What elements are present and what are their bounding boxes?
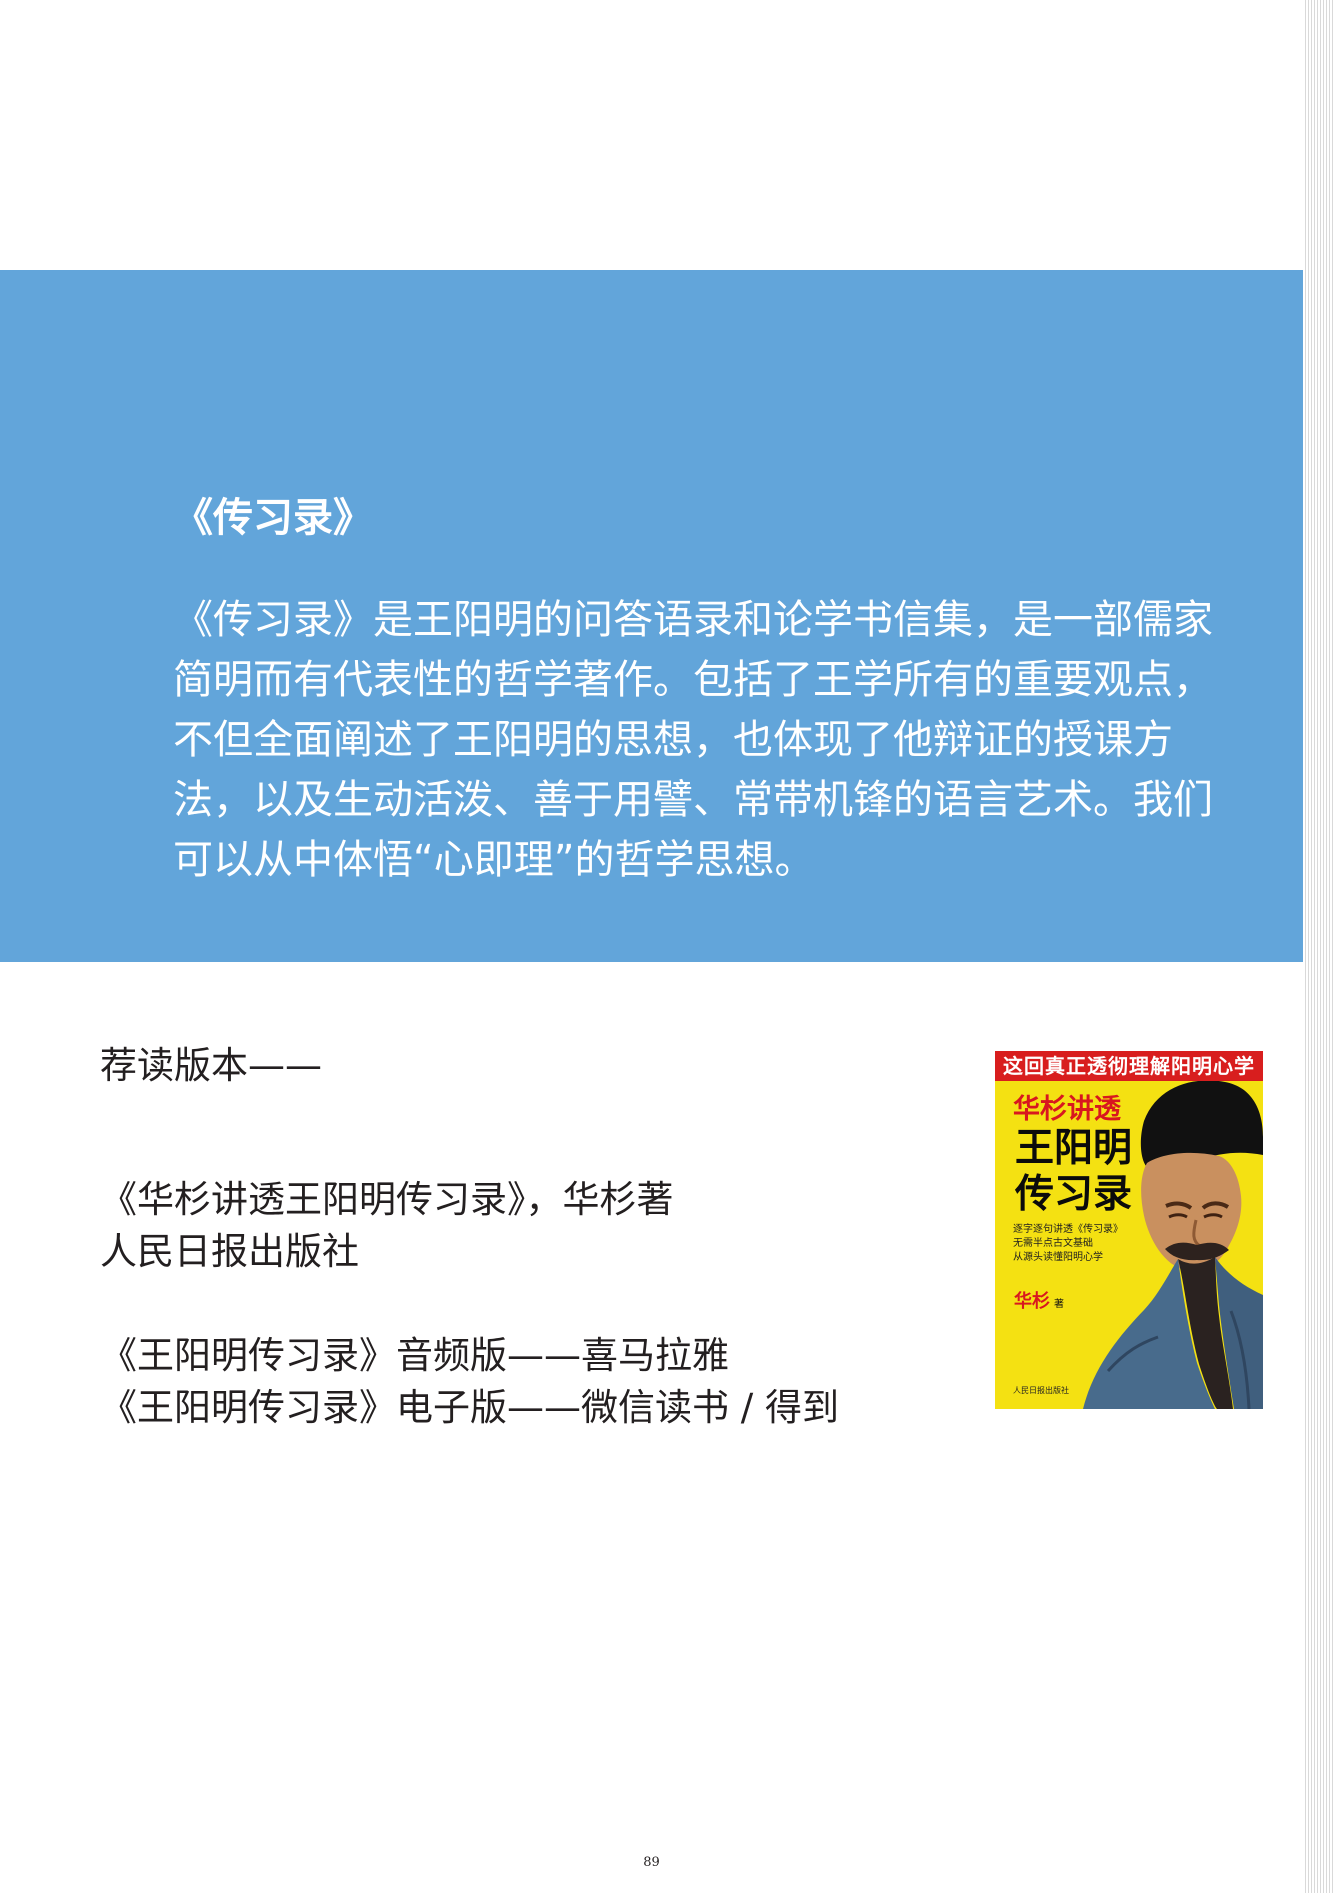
recommendation-list: 《华杉讲透王阳明传习录》，华杉著 人民日报出版社 《王阳明传习录》音频版——喜马…	[100, 1174, 950, 1434]
book-cover-author-suffix: 著	[1054, 1299, 1064, 1310]
book-cover-subtitle: 逐字逐句讲透《传习录》 无需半点古文基础 从源头读懂阳明心学	[1013, 1223, 1153, 1265]
recommendation-entry-audio: 《王阳明传习录》音频版——喜马拉雅	[100, 1334, 729, 1377]
book-cover-subtitle-line: 从源头读懂阳明心学	[1013, 1252, 1103, 1263]
book-cover-subtitle-line: 无需半点古文基础	[1013, 1238, 1093, 1249]
recommendation-entry-ebook: 《王阳明传习录》电子版——微信读书 / 得到	[100, 1386, 839, 1429]
section-title: 《传习录》	[173, 495, 373, 541]
book-cover-image: 这回真正透彻理解阳明心学 华杉讲透 王阳明 传习录 逐字逐句讲透《传习录》 无需…	[995, 1051, 1263, 1409]
book-cover-title-line-1: 王阳明	[1015, 1125, 1133, 1171]
book-cover-banner: 这回真正透彻理解阳明心学	[995, 1051, 1263, 1081]
book-cover-author: 华杉著	[1014, 1287, 1064, 1313]
entry-spacer	[100, 1278, 950, 1330]
book-cover-title-line-2: 传习录	[1015, 1171, 1133, 1217]
book-cover-author-name: 华杉	[1014, 1291, 1050, 1312]
recommendation-entry-publisher: 人民日报出版社	[100, 1230, 359, 1273]
section-description: 《传习录》是王阳明的问答语录和论学书信集，是一部儒家简明而有代表性的哲学著作。包…	[173, 597, 1213, 883]
page-edge-decoration	[1303, 0, 1333, 1893]
recommendation-heading: 荐读版本——	[100, 1044, 322, 1087]
book-cover-subtitle-line: 逐字逐句讲透《传习录》	[1013, 1224, 1123, 1235]
book-cover-series-name: 华杉讲透	[1013, 1094, 1121, 1125]
book-cover-publisher: 人民日报出版社	[1013, 1386, 1069, 1395]
page-number: 89	[643, 1855, 660, 1870]
recommendation-entry-book: 《华杉讲透王阳明传习录》，华杉著	[100, 1178, 674, 1221]
